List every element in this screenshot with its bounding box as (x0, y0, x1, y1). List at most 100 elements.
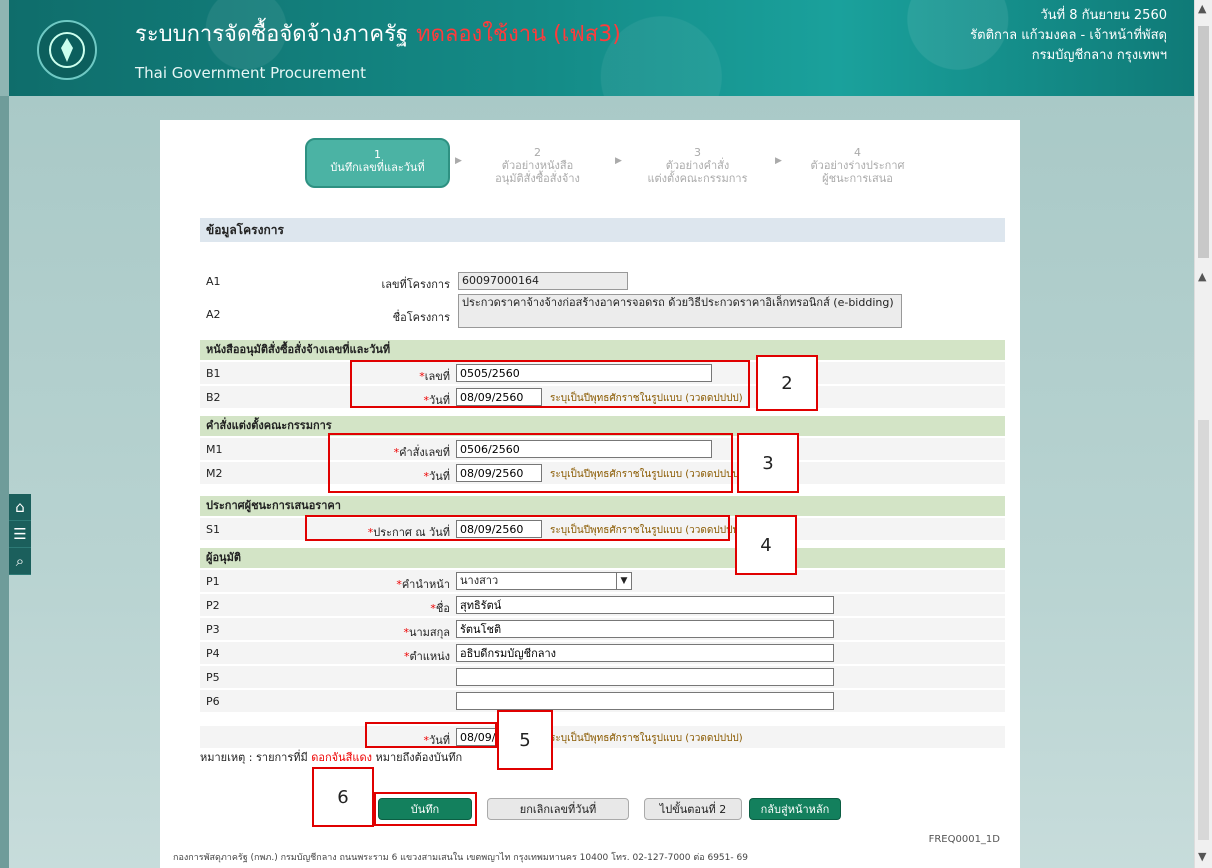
scrollbar[interactable]: ▲ ▲ ▼ (1194, 0, 1212, 868)
footer-address: กองการพัสดุภาครัฐ (กพภ.) กรมบัญชีกลาง ถน… (173, 853, 748, 863)
scroll-up-icon-2[interactable]: ▲ (1198, 270, 1206, 283)
user-name: รัตติกาล แก้วมงคล - เจ้าหน้าที่พัสดุ (970, 28, 1167, 43)
scroll-thumb[interactable] (1198, 26, 1209, 258)
note-prefix: หมายเหตุ : รายการที่มี (200, 751, 308, 764)
callout-number-4: 4 (735, 515, 797, 575)
position-line-3-input[interactable] (456, 692, 834, 710)
callout-number-6: 6 (312, 767, 374, 827)
label-text: ตำแหน่ง (409, 650, 450, 663)
last-name-input[interactable] (456, 620, 834, 638)
logo-emblem (49, 32, 85, 68)
callout-box-3 (328, 433, 733, 493)
row-code: P4 (206, 647, 220, 660)
system-title: ระบบการจัดซื้อจัดจ้างภาครัฐ ทดลองใช้งาน (… (135, 16, 621, 51)
field-label: *ชื่อ (430, 599, 450, 617)
field-label: *นามสกุล (403, 623, 450, 641)
row-code: A2 (206, 308, 221, 321)
project-number-field: 60097000164 (458, 272, 628, 290)
date-format-hint: ระบุเป็นปีพุทธศักราชในรูปแบบ (ววดดปปปป) (550, 733, 743, 744)
callout-box-2 (350, 360, 750, 408)
current-date: วันที่ 8 กันยายน 2560 (1040, 8, 1167, 23)
position-input[interactable] (456, 644, 834, 662)
row-approver-date: *วันที่ ระบุเป็นปีพุทธศักราชในรูปแบบ (วว… (200, 726, 1005, 749)
step-arrow-icon: ▶ (455, 156, 462, 166)
step-1-num: 1 (374, 148, 381, 161)
row-p3: P3 *นามสกุล (200, 618, 1005, 641)
label-text: นามสกุล (408, 626, 450, 639)
row-code: M1 (206, 443, 223, 456)
back-home-button[interactable]: กลับสู่หน้าหลัก (749, 798, 841, 820)
row-code: S1 (206, 523, 220, 536)
step-2-label: ตัวอย่างหนังสือ (501, 159, 574, 172)
row-p6: P6 (200, 690, 1005, 713)
first-name-input[interactable] (456, 596, 834, 614)
main-panel: 1 บันทึกเลขที่และวันที่ ▶ 2 ตัวอย่างหนัง… (160, 120, 1020, 868)
site-header: ระบบการจัดซื้อจัดจ้างภาครัฐ ทดลองใช้งาน (… (9, 0, 1195, 96)
step-3-label: ตัวอย่างคำสั่ง (665, 159, 730, 172)
row-p4: P4 *ตำแหน่ง (200, 642, 1005, 665)
step-4-label: ตัวอย่างร่างประกาศ (810, 159, 905, 172)
garuda-logo (37, 20, 97, 80)
field-label: เลขที่โครงการ (381, 278, 450, 291)
row-code: B1 (206, 367, 221, 380)
approver-section-heading: ผู้อนุมัติ (200, 548, 1005, 568)
row-code: B2 (206, 391, 221, 404)
row-code: P6 (206, 695, 220, 708)
home-icon[interactable]: ⌂ (9, 494, 31, 521)
scroll-up-icon[interactable]: ▲ (1198, 2, 1206, 15)
row-a1: A1 เลขที่โครงการ 60097000164 (200, 270, 1005, 292)
step-1[interactable]: 1 บันทึกเลขที่และวันที่ (305, 138, 450, 188)
step-3-label-2: แต่งตั้งคณะกรรมการ (647, 172, 748, 185)
row-code: P3 (206, 623, 220, 636)
cancel-number-date-button[interactable]: ยกเลิกเลขที่วันที่ (487, 798, 629, 820)
callout-number-3: 3 (737, 433, 799, 493)
note-red: ดอกจันสีแดง (311, 751, 372, 764)
label-text: ชื่อ (435, 602, 450, 615)
system-subtitle: Thai Government Procurement (135, 64, 366, 82)
search-icon[interactable]: ⌕ (9, 548, 31, 575)
field-label: ชื่อโครงการ (392, 311, 450, 324)
step-3-num: 3 (694, 146, 701, 159)
row-p1: P1 *คำนำหน้า นางสาว ▼ (200, 570, 1005, 593)
trial-label: ทดลองใช้งาน (เฟส3) (416, 22, 621, 47)
row-code: P2 (206, 599, 220, 612)
field-label: *คำนำหน้า (396, 575, 450, 593)
field-label: *ตำแหน่ง (404, 647, 450, 665)
screen-code: FREQ0001_1D (928, 834, 1000, 845)
callout-number-2: 2 (756, 355, 818, 411)
scroll-thumb-2[interactable] (1198, 420, 1209, 840)
title-select[interactable]: นางสาว ▼ (456, 572, 632, 590)
row-a2: A2 ชื่อโครงการ ประกวดราคาจ้างจ้างก่อสร้า… (200, 292, 1005, 332)
note-suffix: หมายถึงต้องบันทึก (375, 751, 463, 764)
step-4[interactable]: 4 ตัวอย่างร่างประกาศ ผู้ชนะการเสนอ (785, 138, 930, 188)
menu-icon[interactable]: ☰ (9, 521, 31, 548)
row-code: A1 (206, 275, 221, 288)
side-toolbar: ⌂ ☰ ⌕ (9, 494, 31, 575)
approval-section-heading: หนังสืออนุมัติสั่งซื้อสั่งจ้างเลขที่และว… (200, 340, 1005, 360)
step-2[interactable]: 2 ตัวอย่างหนังสือ อนุมัติสั่งซื้อสั่งจ้า… (465, 138, 610, 188)
position-line-2-input[interactable] (456, 668, 834, 686)
user-dept: กรมบัญชีกลาง กรุงเทพฯ (1031, 48, 1167, 63)
step-2-num: 2 (534, 146, 541, 159)
announce-section-heading: ประกาศผู้ชนะการเสนอราคา (200, 496, 1005, 516)
step-4-num: 4 (854, 146, 861, 159)
callout-box-5 (365, 722, 497, 748)
row-code: P5 (206, 671, 220, 684)
user-info: วันที่ 8 กันยายน 2560 รัตติกาล แก้วมงคล … (970, 6, 1167, 66)
row-p2: P2 *ชื่อ (200, 594, 1005, 617)
go-step-2-button[interactable]: ไปขั้นตอนที่ 2 (644, 798, 742, 820)
chevron-down-icon[interactable]: ▼ (616, 573, 631, 589)
scroll-down-icon[interactable]: ▼ (1198, 850, 1206, 863)
step-3[interactable]: 3 ตัวอย่างคำสั่ง แต่งตั้งคณะกรรมการ (625, 138, 770, 188)
callout-box-4 (305, 515, 730, 541)
step-2-label-2: อนุมัติสั่งซื้อสั่งจ้าง (495, 172, 580, 185)
row-p5: P5 (200, 666, 1005, 689)
row-code: M2 (206, 467, 223, 480)
left-strip (0, 96, 9, 868)
project-name-field: ประกวดราคาจ้างจ้างก่อสร้างอาคารจอดรถ ด้ว… (458, 294, 902, 328)
step-arrow-icon: ▶ (615, 156, 622, 166)
project-section-heading: ข้อมูลโครงการ (200, 218, 1005, 242)
callout-number-5: 5 (497, 710, 553, 770)
step-1-label: บันทึกเลขที่และวันที่ (330, 161, 425, 174)
callout-box-6 (374, 792, 477, 826)
